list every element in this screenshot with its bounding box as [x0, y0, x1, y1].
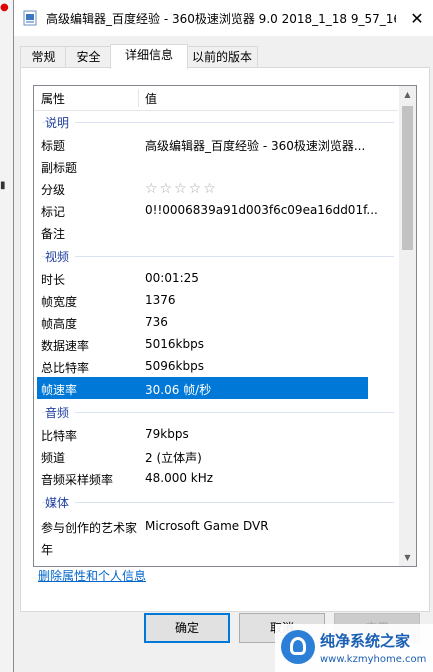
property-name: 频道 [41, 451, 66, 465]
section-audio: 音频 [34, 401, 398, 423]
property-value: 79kbps [145, 427, 189, 441]
tab-security[interactable]: 安全 [65, 46, 112, 67]
property-value: 736 [145, 315, 168, 329]
column-header-property[interactable]: 属性 [41, 90, 65, 107]
property-name: 备注 [41, 227, 66, 241]
watermark-title: 纯净系统之家 [320, 632, 411, 650]
tab-previous-versions[interactable]: 以前的版本 [186, 46, 258, 67]
property-row-duration[interactable]: 时长 00:01:25 [34, 267, 398, 289]
property-row-subtitle[interactable]: 副标题 [34, 155, 398, 177]
property-row-frame-width[interactable]: 帧宽度 1376 [34, 289, 398, 311]
property-name: 分级 [41, 183, 66, 197]
list-header: 属性 值 [34, 86, 398, 111]
property-row-year[interactable]: 年 [34, 537, 398, 559]
section-divider [42, 412, 394, 413]
property-name: 时长 [41, 273, 66, 287]
section-label: 视频 [45, 248, 76, 265]
section-divider [42, 502, 394, 503]
property-name: 标记 [41, 205, 66, 219]
column-header-value[interactable]: 值 [145, 90, 157, 107]
section-video: 视频 [34, 245, 398, 267]
section-label: 音频 [45, 404, 76, 421]
property-name: 帧高度 [41, 317, 78, 331]
details-panel: 属性 值 说明 标题 高级编辑器_百度经验 - 360极速浏览器... 副标题 [20, 67, 430, 612]
property-value: 00:01:25 [145, 271, 199, 285]
remove-properties-link[interactable]: 删除属性和个人信息 [38, 567, 146, 584]
background-fragment: ▮ [0, 180, 6, 191]
watermark-url: www.kzmyhome.com [320, 654, 427, 665]
property-name: 年 [41, 543, 54, 557]
tab-details[interactable]: 详细信息 [110, 44, 188, 69]
section-media: 媒体 [34, 491, 398, 513]
property-value: 30.06 帧/秒 [145, 383, 212, 397]
property-name: 副标题 [41, 161, 78, 175]
property-row-frame-rate-selected[interactable]: 帧速率 30.06 帧/秒 [37, 377, 368, 399]
background-window-edge: ● ▮ [0, 0, 14, 672]
property-list-content: 属性 值 说明 标题 高级编辑器_百度经验 - 360极速浏览器... 副标题 [34, 86, 398, 566]
property-row-data-rate[interactable]: 数据速率 5016kbps [34, 333, 398, 355]
column-separator[interactable] [138, 89, 139, 107]
property-name: 比特率 [41, 429, 78, 443]
tab-strip: 常规 安全 详细信息 以前的版本 [20, 44, 430, 69]
ok-button[interactable]: 确定 [144, 613, 230, 643]
property-value: 1376 [145, 293, 176, 307]
property-value: 5096kbps [145, 359, 204, 373]
property-name: 总比特率 [41, 361, 90, 375]
property-row-contributing-artists[interactable]: 参与创作的艺术家 Microsoft Game DVR [34, 515, 398, 537]
properties-dialog: 高级编辑器_百度经验 - 360极速浏览器 9.0 2018_1_18 9_57… [13, 0, 433, 672]
property-list[interactable]: 属性 值 说明 标题 高级编辑器_百度经验 - 360极速浏览器... 副标题 [33, 85, 417, 567]
vertical-scrollbar[interactable]: ▲ ▼ [399, 86, 416, 566]
property-name: 帧速率 [41, 383, 78, 397]
video-file-icon [23, 10, 37, 26]
scrollbar-thumb[interactable] [402, 106, 413, 250]
property-row-frame-height[interactable]: 帧高度 736 [34, 311, 398, 333]
scroll-up-arrow-icon[interactable]: ▲ [399, 86, 416, 103]
property-name: 数据速率 [41, 339, 90, 353]
watermark-logo-icon [281, 630, 315, 664]
property-name: 参与创作的艺术家 [41, 521, 138, 535]
property-row-title[interactable]: 标题 高级编辑器_百度经验 - 360极速浏览器... [34, 133, 398, 155]
property-row-tags[interactable]: 标记 0!!0006839a91d003f6c09ea16dd01f... [34, 199, 398, 221]
rating-stars[interactable]: ☆☆☆☆☆ [145, 181, 395, 197]
property-row-total-bitrate[interactable]: 总比特率 5096kbps [34, 355, 398, 377]
section-divider [42, 122, 394, 123]
window-title: 高级编辑器_百度经验 - 360极速浏览器 9.0 2018_1_18 9_57… [46, 12, 396, 26]
property-row-audio-bitrate[interactable]: 比特率 79kbps [34, 423, 398, 445]
section-description: 说明 [34, 111, 398, 133]
title-bar: 高级编辑器_百度经验 - 360极速浏览器 9.0 2018_1_18 9_57… [14, 0, 433, 36]
property-value: 0!!0006839a91d003f6c09ea16dd01f... [145, 203, 378, 217]
tab-general[interactable]: 常规 [20, 46, 67, 67]
property-value: Microsoft Game DVR [145, 519, 269, 533]
watermark: 纯净系统之家 www.kzmyhome.com [275, 624, 433, 672]
property-name: 标题 [41, 139, 66, 153]
property-value: 48.000 kHz [145, 471, 214, 485]
property-name: 音频采样频率 [41, 473, 114, 487]
section-label: 媒体 [45, 494, 76, 511]
section-divider [42, 256, 394, 257]
close-button[interactable]: ✕ [400, 0, 433, 36]
property-name: 帧宽度 [41, 295, 78, 309]
section-label: 说明 [45, 114, 76, 131]
background-fragment: ● [0, 2, 9, 13]
property-value: 2 (立体声) [145, 451, 202, 465]
property-value: 5016kbps [145, 337, 204, 351]
property-row-sample-rate[interactable]: 音频采样频率 48.000 kHz [34, 467, 398, 489]
property-value: 高级编辑器_百度经验 - 360极速浏览器... [145, 139, 366, 153]
scroll-down-arrow-icon[interactable]: ▼ [399, 549, 416, 566]
property-row-channels[interactable]: 频道 2 (立体声) [34, 445, 398, 467]
property-row-comments[interactable]: 备注 [34, 221, 398, 243]
property-row-rating[interactable]: 分级 ☆☆☆☆☆ [34, 177, 398, 199]
